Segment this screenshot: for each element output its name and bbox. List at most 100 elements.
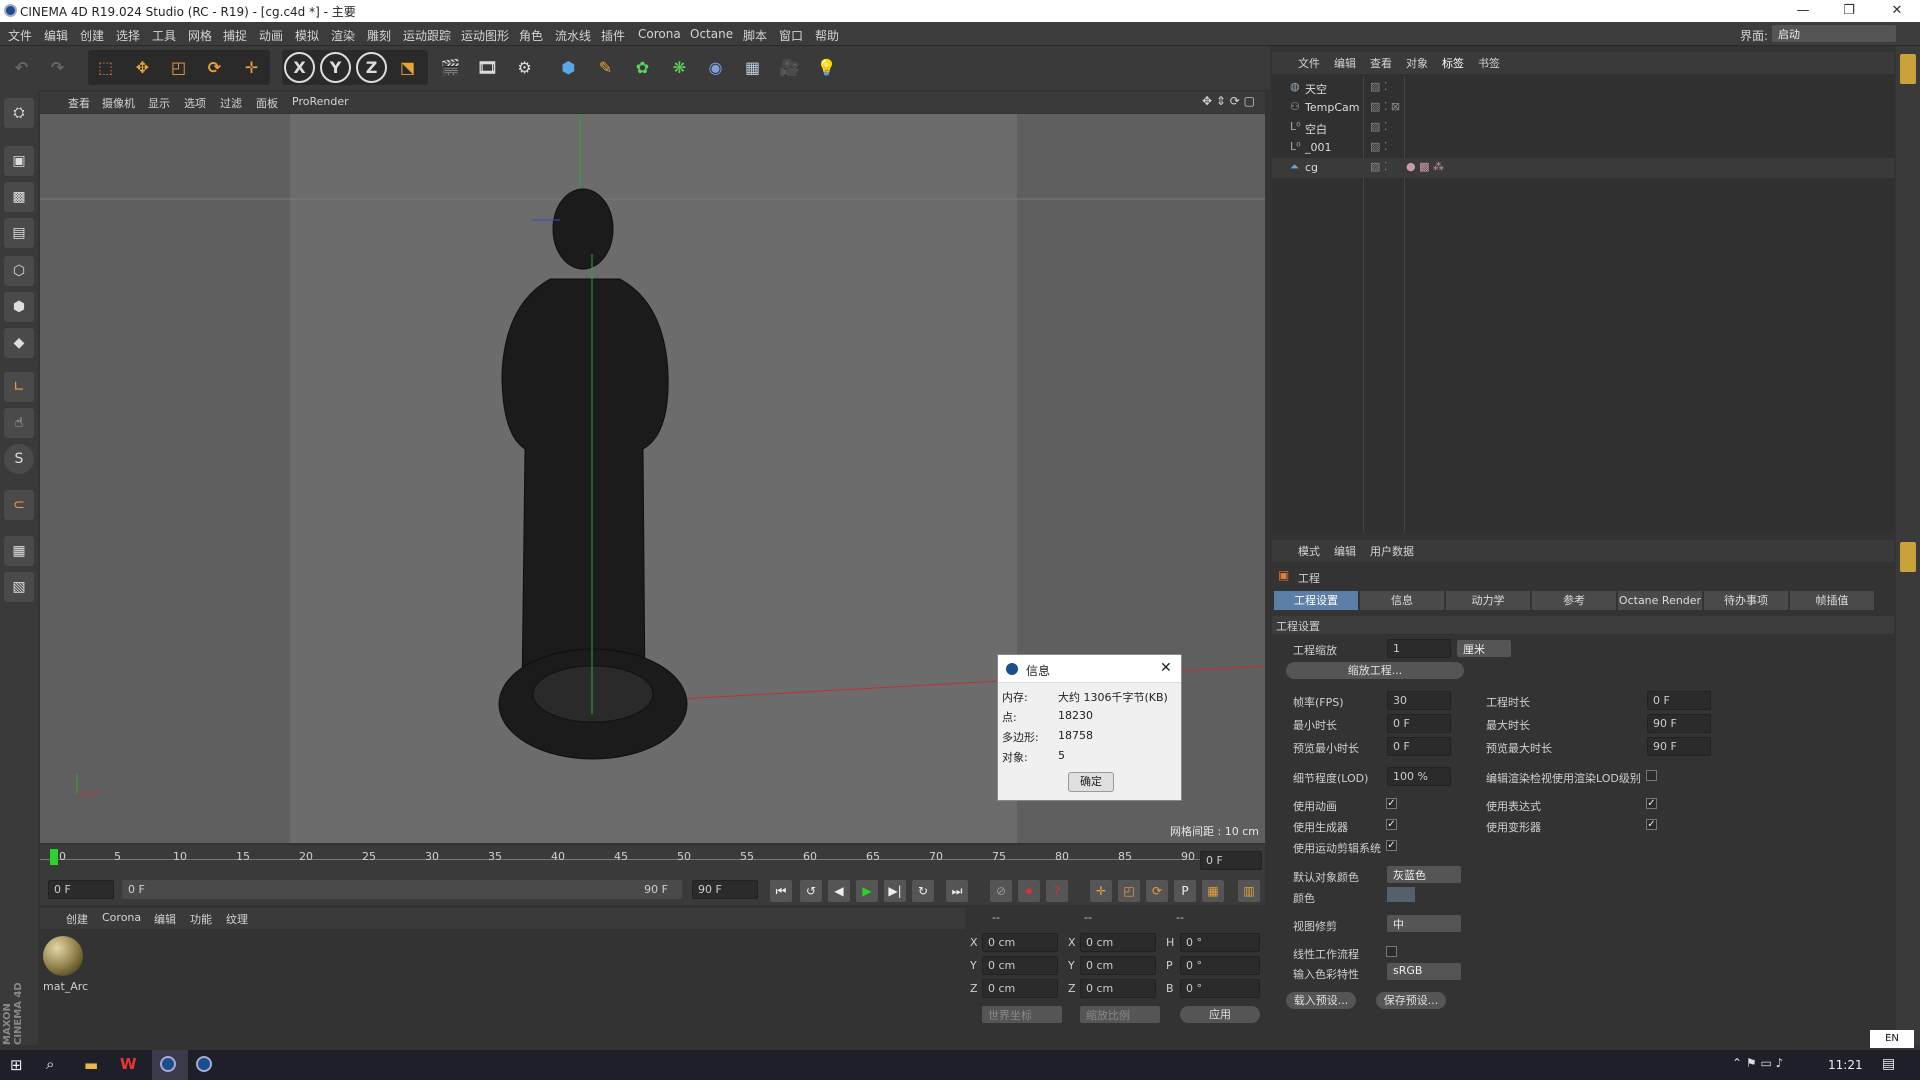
dialog-close-icon[interactable]: ✕ bbox=[1160, 660, 1172, 676]
size-y-field[interactable]: 0 cm bbox=[1080, 956, 1156, 975]
view-clipping-dropdown[interactable]: 中 bbox=[1387, 915, 1461, 932]
next-key-icon[interactable]: ↻ bbox=[912, 880, 934, 902]
use-expressions-checkbox[interactable]: ✓ bbox=[1646, 798, 1657, 809]
search-icon[interactable]: ⌕ bbox=[46, 1055, 54, 1073]
prev-key-icon[interactable]: ↺ bbox=[800, 880, 822, 902]
obj-menu-tags[interactable]: 标签 bbox=[1442, 55, 1464, 71]
preview-range-slider[interactable]: 0 F 90 F bbox=[122, 880, 682, 899]
menu-animate[interactable]: 动画 bbox=[259, 27, 283, 44]
render-picture-viewer-icon[interactable]: 🎞 bbox=[472, 52, 503, 83]
menu-tools[interactable]: 工具 bbox=[152, 27, 176, 44]
object-row[interactable]: ◍ 天空 ▨ ⁚ bbox=[1272, 78, 1894, 98]
scale-unit-dropdown[interactable]: 厘米 bbox=[1457, 640, 1511, 657]
undo-icon[interactable]: ↶ bbox=[6, 52, 37, 83]
make-editable-icon[interactable]: ⛭ bbox=[4, 98, 34, 128]
scale-icon[interactable]: ◰ bbox=[163, 52, 194, 83]
project-time-field[interactable]: 0 F bbox=[1647, 691, 1711, 710]
x-axis-button[interactable]: X bbox=[284, 52, 315, 83]
world-coords-dropdown[interactable]: 世界坐标 bbox=[982, 1006, 1062, 1023]
menu-edit[interactable]: 编辑 bbox=[44, 27, 68, 44]
visibility-icon[interactable]: ▨ ⁚ bbox=[1370, 120, 1387, 133]
min-time-field[interactable]: 0 F bbox=[1387, 714, 1451, 733]
playhead[interactable] bbox=[50, 849, 58, 865]
fps-field[interactable]: 30 bbox=[1387, 691, 1451, 710]
use-deformers-checkbox[interactable]: ✓ bbox=[1646, 819, 1657, 830]
visibility-icon[interactable]: ▨ ⁚ bbox=[1370, 160, 1387, 173]
tab-octane-render[interactable]: Octane Render bbox=[1618, 591, 1702, 610]
timeline-window-icon[interactable]: ▥ bbox=[1238, 880, 1260, 902]
snap-icon[interactable]: ⊂ bbox=[4, 490, 34, 520]
lod-render-checkbox[interactable] bbox=[1646, 770, 1657, 781]
pos-x-field[interactable]: 0 cm bbox=[982, 933, 1058, 952]
mat-menu-create[interactable]: 创建 bbox=[66, 911, 88, 927]
rot-p-field[interactable]: 0 ° bbox=[1180, 956, 1260, 975]
obj-menu-edit[interactable]: 编辑 bbox=[1334, 55, 1356, 71]
current-frame-field[interactable]: 0 F bbox=[1200, 851, 1262, 870]
object-name[interactable]: TempCam bbox=[1305, 101, 1359, 114]
obj-menu-view[interactable]: 查看 bbox=[1370, 55, 1392, 71]
linear-workflow-checkbox[interactable] bbox=[1386, 946, 1397, 957]
mograph-cloner-icon[interactable]: ❋ bbox=[664, 52, 695, 83]
menu-script[interactable]: 脚本 bbox=[743, 27, 767, 44]
visibility-icon[interactable]: ▨ ⁚ ⊠ bbox=[1370, 100, 1400, 113]
preview-max-field[interactable]: 90 F bbox=[1647, 737, 1711, 756]
apply-button[interactable]: 应用 bbox=[1180, 1006, 1260, 1023]
key-param-icon[interactable]: P bbox=[1174, 880, 1196, 902]
goto-end-icon[interactable]: ⏭ bbox=[946, 880, 968, 902]
timeline[interactable]: 0 5 10 15 20 25 30 35 40 45 50 55 60 65 … bbox=[40, 845, 1265, 875]
cube-icon[interactable]: ⬢ bbox=[553, 52, 584, 83]
render-view-icon[interactable]: 🎬 bbox=[435, 52, 466, 83]
keyframe-selection-icon[interactable]: ⊘ bbox=[990, 880, 1012, 902]
menu-select[interactable]: 选择 bbox=[116, 27, 140, 44]
vp-menu-panel[interactable]: 面板 bbox=[256, 95, 278, 111]
play-icon[interactable]: ▶ bbox=[856, 880, 878, 902]
wps-icon[interactable]: W bbox=[120, 1055, 137, 1073]
rot-h-field[interactable]: 0 ° bbox=[1180, 933, 1260, 952]
key-pla-icon[interactable]: ▦ bbox=[1202, 880, 1224, 902]
menu-character[interactable]: 角色 bbox=[519, 27, 543, 44]
use-generators-checkbox[interactable]: ✓ bbox=[1386, 819, 1397, 830]
coordinate-system-icon[interactable]: ⬔ bbox=[392, 52, 423, 83]
object-name[interactable]: 天空 bbox=[1305, 81, 1327, 97]
menu-octane[interactable]: Octane bbox=[690, 27, 733, 41]
color-profile-dropdown[interactable]: sRGB bbox=[1387, 963, 1461, 980]
menu-plugins[interactable]: 插件 bbox=[601, 27, 625, 44]
ok-button[interactable]: 确定 bbox=[1068, 772, 1114, 792]
color-swatch[interactable] bbox=[1387, 887, 1415, 902]
attr-menu-mode[interactable]: 模式 bbox=[1298, 543, 1320, 559]
minimize-button[interactable]: — bbox=[1780, 0, 1826, 22]
next-frame-icon[interactable]: ▶| bbox=[884, 880, 906, 902]
key-rotation-icon[interactable]: ⟳ bbox=[1146, 880, 1168, 902]
mat-menu-texture[interactable]: 纹理 bbox=[226, 911, 248, 927]
workplane-icon[interactable]: ▤ bbox=[4, 218, 34, 248]
object-row[interactable]: L⁰ _001 ▨ ⁚ bbox=[1272, 138, 1894, 158]
vp-menu-display[interactable]: 显示 bbox=[148, 95, 170, 111]
tab-project-settings[interactable]: 工程设置 bbox=[1274, 591, 1358, 610]
key-scale-icon[interactable]: ◰ bbox=[1118, 880, 1140, 902]
material-thumbnail[interactable] bbox=[43, 936, 83, 976]
menu-pipeline[interactable]: 流水线 bbox=[555, 27, 591, 44]
vp-menu-cameras[interactable]: 摄像机 bbox=[102, 95, 135, 111]
close-button[interactable]: ✕ bbox=[1874, 0, 1920, 22]
live-select-icon[interactable]: ⬚ bbox=[90, 52, 121, 83]
pos-z-field[interactable]: 0 cm bbox=[982, 979, 1058, 998]
max-time-field[interactable]: 90 F bbox=[1647, 714, 1711, 733]
layout-dropdown[interactable]: 启动 bbox=[1772, 25, 1896, 42]
solo-icon[interactable]: S bbox=[4, 444, 34, 474]
material-tag-icon[interactable]: ● ▩ ⁂ bbox=[1406, 160, 1444, 173]
vp-menu-options[interactable]: 选项 bbox=[184, 95, 206, 111]
use-motion-system-checkbox[interactable]: ✓ bbox=[1386, 840, 1397, 851]
camera-icon[interactable]: 🎥 bbox=[774, 52, 805, 83]
scale-project-button[interactable]: 缩放工程... bbox=[1286, 662, 1464, 679]
project-scale-field[interactable]: 1 bbox=[1387, 639, 1451, 658]
menu-mesh[interactable]: 网格 bbox=[188, 27, 212, 44]
start-frame-field[interactable]: 0 F bbox=[48, 880, 114, 899]
obj-menu-objects[interactable]: 对象 bbox=[1406, 55, 1428, 71]
floor-icon[interactable]: ▦ bbox=[737, 52, 768, 83]
model-mode-icon[interactable]: ▣ bbox=[4, 146, 34, 176]
windows-start-icon[interactable]: ⊞ bbox=[10, 1056, 23, 1074]
scale-mode-dropdown[interactable]: 缩放比例 bbox=[1080, 1006, 1160, 1023]
rotate-icon[interactable]: ⟳ bbox=[199, 52, 230, 83]
ime-indicator[interactable]: EN bbox=[1870, 1030, 1914, 1048]
menu-create[interactable]: 创建 bbox=[80, 27, 104, 44]
